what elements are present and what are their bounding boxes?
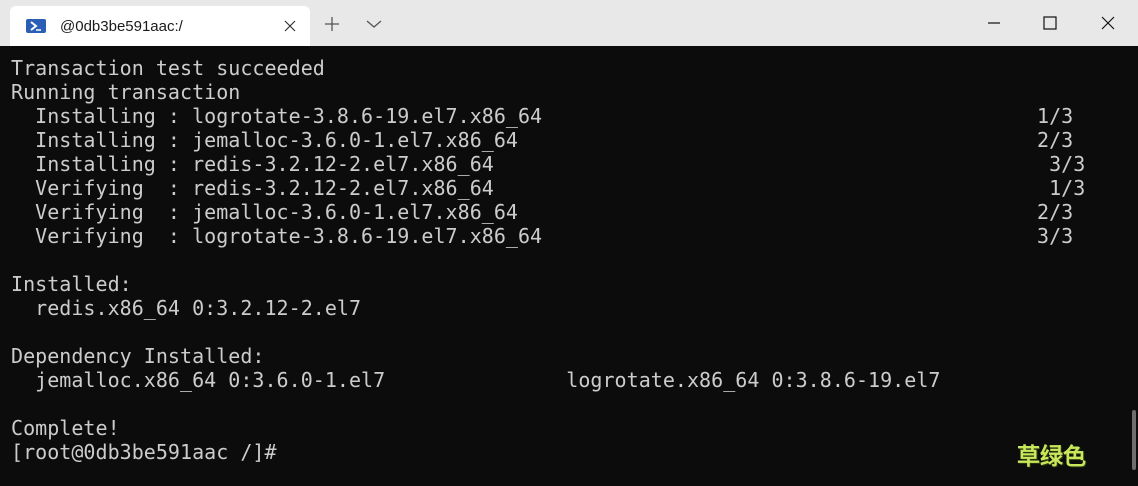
tab-close-icon[interactable]	[282, 18, 298, 34]
minimize-icon[interactable]	[965, 0, 1023, 46]
terminal-line: Installing : logrotate-3.8.6-19.el7.x86_…	[11, 104, 1074, 128]
terminal-line: jemalloc.x86_64 0:3.6.0-1.el7 logrotate.…	[11, 368, 941, 392]
close-icon[interactable]	[1079, 0, 1137, 46]
terminal-line: Verifying : jemalloc-3.6.0-1.el7.x86_64 …	[11, 200, 1074, 224]
terminal-line: Verifying : logrotate-3.8.6-19.el7.x86_6…	[11, 224, 1074, 248]
terminal-line: [root@0db3be591aac /]#	[11, 440, 277, 464]
chevron-down-icon[interactable]	[360, 10, 388, 38]
scrollbar-thumb[interactable]	[1132, 410, 1136, 470]
terminal-line: Installing : redis-3.2.12-2.el7.x86_64 3…	[11, 152, 1086, 176]
plus-icon[interactable]	[318, 10, 346, 38]
maximize-icon[interactable]	[1021, 0, 1079, 46]
terminal-lines: Transaction test succeeded Running transa…	[11, 56, 1085, 464]
terminal-line: redis.x86_64 0:3.2.12-2.el7	[11, 296, 362, 320]
terminal-output[interactable]: Transaction test succeeded Running transa…	[0, 46, 1130, 486]
title-bar: @0db3be591aac:/	[0, 0, 1138, 47]
tab-title: @0db3be591aac:/	[60, 17, 183, 35]
terminal-line: Installed:	[11, 272, 132, 296]
tab-active[interactable]: @0db3be591aac:/	[10, 6, 310, 46]
terminal-line: Transaction test succeeded	[11, 56, 325, 80]
terminal-line: Complete!	[11, 416, 120, 440]
powershell-icon	[26, 19, 46, 33]
watermark: 草绿色	[1017, 444, 1086, 470]
terminal-window: @0db3be591aac:/ Transaction test succeed…	[0, 0, 1138, 486]
terminal-line: Verifying : redis-3.2.12-2.el7.x86_64 1/…	[11, 176, 1086, 200]
terminal-line: Installing : jemalloc-3.6.0-1.el7.x86_64…	[11, 128, 1074, 152]
terminal-line: Dependency Installed:	[11, 344, 265, 368]
terminal-line: Running transaction	[11, 80, 241, 104]
